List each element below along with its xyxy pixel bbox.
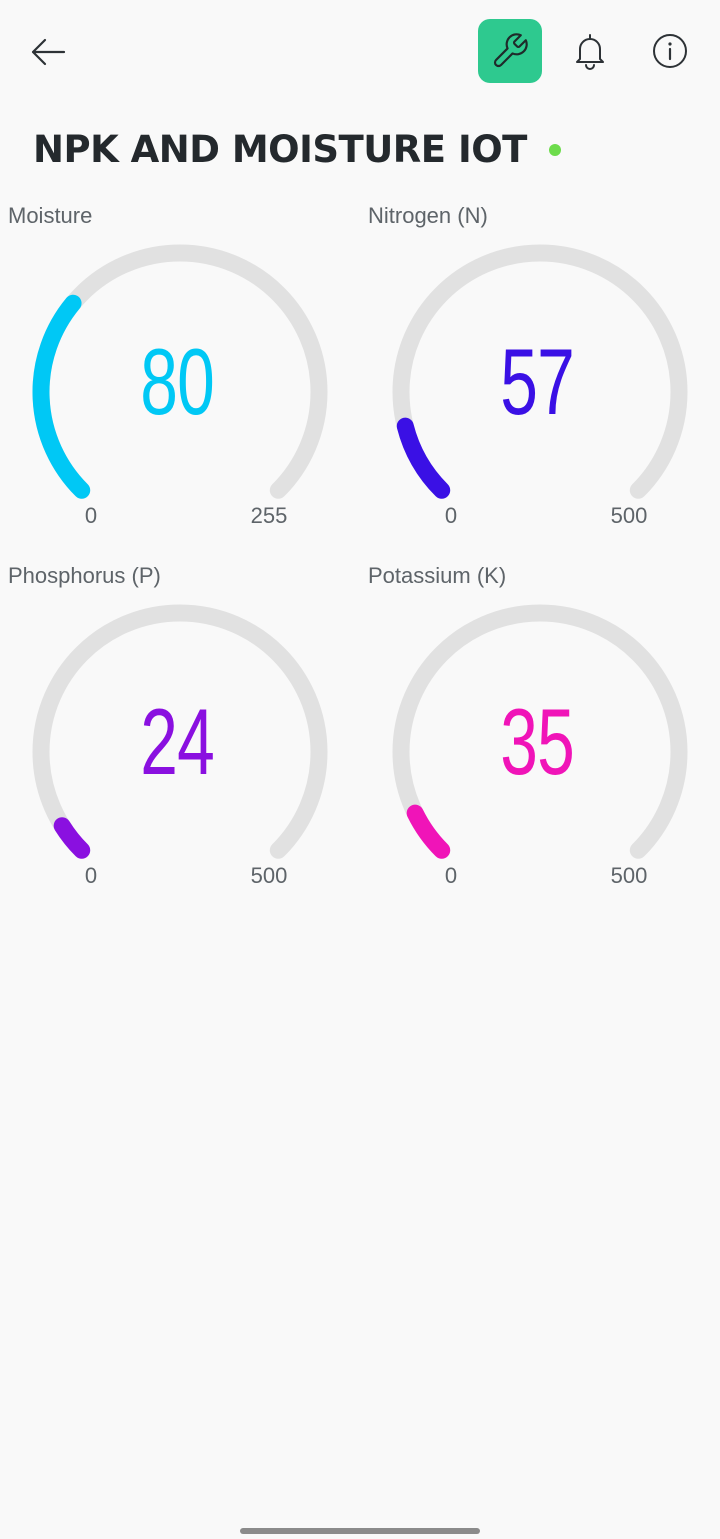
gauge-label: Potassium (K) xyxy=(368,563,507,588)
top-bar xyxy=(0,0,720,100)
gauge-min-label: 0 xyxy=(444,863,458,888)
gauge-max-label: 255 xyxy=(250,503,288,528)
home-indicator[interactable] xyxy=(240,1528,480,1534)
gauge-widget-nitrogen[interactable]: Nitrogen (N) 57 0 500 xyxy=(360,203,712,543)
gauge-min-label: 0 xyxy=(84,863,98,888)
gauge-label: Moisture xyxy=(8,203,93,228)
gauge-fill xyxy=(406,804,451,859)
online-status-dot xyxy=(548,144,561,156)
gauge-label: Nitrogen (N) xyxy=(368,203,488,228)
gauge-fill xyxy=(53,817,91,859)
gauge-max-label: 500 xyxy=(610,503,648,528)
info-button[interactable] xyxy=(642,22,698,80)
gauge-value: 35 xyxy=(500,689,575,794)
screen: NPK AND MOISTURE IOT Moisture 80 0 255 N… xyxy=(0,0,720,1539)
back-button[interactable] xyxy=(22,26,74,78)
gauge-fill xyxy=(396,417,451,499)
gauge-max-label: 500 xyxy=(610,863,648,888)
gauge-max-label: 500 xyxy=(250,863,288,888)
bell-icon xyxy=(576,34,604,70)
gauge-widget-moisture[interactable]: Moisture 80 0 255 xyxy=(0,203,352,543)
gauge-widget-phosphorus[interactable]: Phosphorus (P) 24 0 500 xyxy=(0,563,352,903)
arrow-left-icon xyxy=(31,38,66,66)
gauge-value: 80 xyxy=(140,329,215,434)
gauge-value: 24 xyxy=(140,689,215,794)
title-row: NPK AND MOISTURE IOT xyxy=(33,124,561,174)
gauge-value: 57 xyxy=(500,329,575,434)
info-icon xyxy=(653,34,687,68)
settings-button[interactable] xyxy=(478,19,542,83)
gauge-min-label: 0 xyxy=(444,503,458,528)
gauge-label: Phosphorus (P) xyxy=(8,563,161,588)
gauge-widget-potassium[interactable]: Potassium (K) 35 0 500 xyxy=(360,563,712,903)
notifications-button[interactable] xyxy=(562,22,618,80)
gauge-min-label: 0 xyxy=(84,503,98,528)
page-title: NPK AND MOISTURE IOT xyxy=(33,127,527,171)
wrench-icon xyxy=(493,33,528,68)
